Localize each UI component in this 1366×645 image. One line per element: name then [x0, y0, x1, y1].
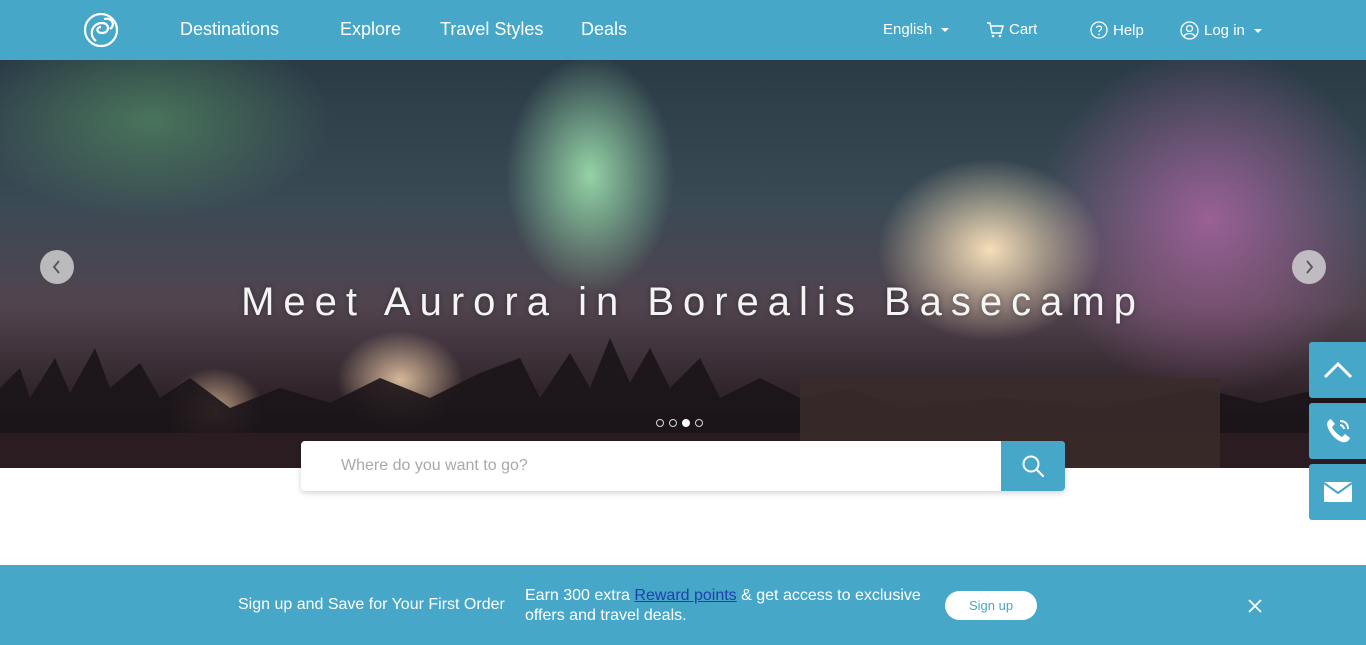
- hero-carousel: Meet Aurora in Borealis Basecamp: [0, 60, 1366, 468]
- top-nav-bar: Destinations Explore Travel Styles Deals…: [0, 0, 1366, 60]
- caret-down-icon: [1253, 28, 1262, 33]
- language-selector[interactable]: English: [883, 21, 950, 38]
- search-button[interactable]: [1001, 441, 1065, 491]
- user-icon: [1180, 21, 1199, 40]
- help-link[interactable]: Help: [1090, 21, 1144, 39]
- hero-title: Meet Aurora in Borealis Basecamp: [241, 280, 1145, 324]
- carousel-dot-active[interactable]: [682, 419, 690, 427]
- carousel-next-button[interactable]: [1292, 250, 1326, 284]
- nav-deals[interactable]: Deals: [581, 19, 627, 40]
- language-label: English: [883, 21, 933, 38]
- cart-link[interactable]: Cart: [986, 21, 1037, 38]
- close-banner-button[interactable]: [1245, 596, 1265, 616]
- chevron-left-icon: [52, 260, 60, 274]
- nav-explore[interactable]: Explore: [340, 19, 401, 40]
- back-to-top-button[interactable]: [1309, 342, 1366, 398]
- phone-contact-button[interactable]: [1309, 403, 1366, 459]
- login-menu[interactable]: Log in: [1180, 21, 1262, 40]
- close-icon: [1248, 599, 1262, 613]
- nav-destinations[interactable]: Destinations: [180, 19, 279, 40]
- help-icon: [1090, 21, 1108, 39]
- login-label: Log in: [1204, 22, 1245, 39]
- nav-travel-styles[interactable]: Travel Styles: [440, 19, 543, 40]
- caret-down-icon: [941, 27, 950, 32]
- logo-icon[interactable]: [82, 11, 120, 49]
- signup-title: Sign up and Save for Your First Order: [238, 596, 505, 613]
- search-input[interactable]: [301, 441, 1001, 491]
- phone-icon: [1326, 419, 1350, 443]
- chevron-right-icon: [1306, 260, 1314, 274]
- signup-banner: Sign up and Save for Your First Order Ea…: [0, 565, 1366, 645]
- carousel-prev-button[interactable]: [40, 250, 74, 284]
- cart-icon: [987, 21, 1004, 37]
- mail-icon: [1322, 482, 1353, 502]
- destination-search: [301, 441, 1065, 491]
- signup-description: Earn 300 extra Reward points & get acces…: [525, 586, 935, 626]
- reward-points-link[interactable]: Reward points: [634, 587, 736, 604]
- chevron-up-icon: [1323, 361, 1352, 379]
- carousel-dot[interactable]: [669, 419, 677, 427]
- sign-up-button[interactable]: Sign up: [945, 591, 1037, 620]
- search-icon: [1022, 455, 1045, 478]
- carousel-dot[interactable]: [656, 419, 664, 427]
- email-contact-button[interactable]: [1309, 464, 1366, 520]
- carousel-dot[interactable]: [695, 419, 703, 427]
- help-label: Help: [1113, 21, 1144, 39]
- cart-label: Cart: [1009, 21, 1038, 38]
- carousel-indicators: [656, 419, 703, 427]
- signup-desc-text: Earn 300 extra: [525, 587, 635, 604]
